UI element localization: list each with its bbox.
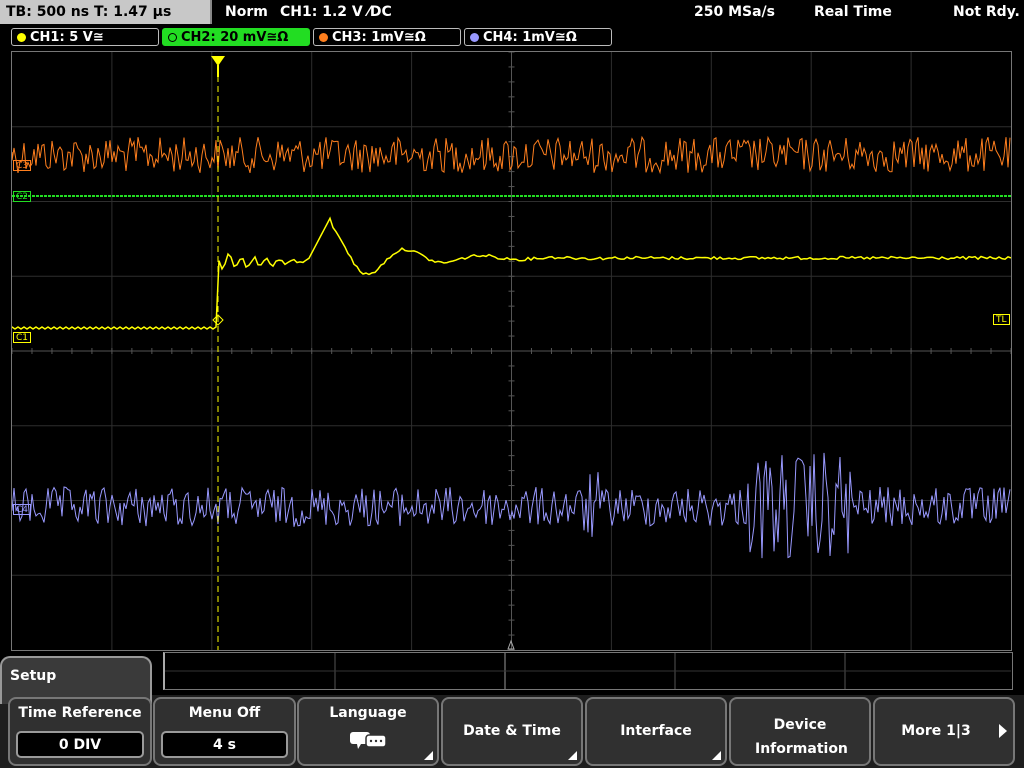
- softkey-label: Time Reference: [18, 705, 142, 721]
- waveform-display[interactable]: C3 C2 C1 C4 TL: [11, 51, 1012, 651]
- trigger-level-marker[interactable]: TL: [993, 314, 1010, 325]
- trigger-status: Not Rdy.: [953, 4, 1020, 20]
- ch2-color-icon: [168, 33, 177, 42]
- trigger-position-marker[interactable]: [211, 56, 225, 66]
- menu-off-button[interactable]: Menu Off 4 s: [153, 697, 296, 766]
- menu-off-value: 4 s: [161, 731, 288, 758]
- trigger-source[interactable]: CH1: 1.2 V ⁄DC: [280, 0, 392, 24]
- menu-title-label: Setup: [10, 668, 57, 684]
- sample-rate: 250 MSa/s: [694, 4, 776, 20]
- softkey-label: Menu Off: [188, 705, 261, 721]
- channel-tab-ch3[interactable]: CH3: 1mV≅Ω: [313, 28, 461, 46]
- interface-button[interactable]: Interface: [585, 697, 727, 766]
- channel-tab-ch4[interactable]: CH4: 1mV≅Ω: [464, 28, 612, 46]
- softkey-label: Date & Time: [463, 723, 561, 739]
- time-reference-button[interactable]: Time Reference 0 DIV: [8, 697, 152, 766]
- channel-label: CH3: 1mV≅Ω: [332, 30, 426, 45]
- info-strip: [163, 652, 1013, 690]
- trigger-mode[interactable]: Norm: [225, 0, 268, 24]
- ch4-level-marker[interactable]: C4: [13, 504, 32, 515]
- ch1-color-icon: [17, 33, 26, 42]
- ch1-level-marker[interactable]: C1: [13, 332, 32, 343]
- channel-label: CH1: 5 V≅: [30, 30, 104, 45]
- channel-label: CH2: 20 mV≅Ω: [181, 30, 289, 45]
- device-information-button[interactable]: Device Information: [729, 697, 871, 766]
- graticule: [12, 52, 1011, 650]
- submenu-indicator-icon: [712, 751, 721, 760]
- channel-label: CH4: 1mV≅Ω: [483, 30, 577, 45]
- date-time-button[interactable]: Date & Time: [441, 697, 583, 766]
- softkey-label: More 1|3: [901, 723, 971, 739]
- ch3-level-marker[interactable]: C3: [13, 160, 32, 171]
- softkey-label: Interface: [620, 723, 692, 739]
- time-reference-value: 0 DIV: [16, 731, 144, 758]
- ch3-color-icon: [319, 33, 328, 42]
- submenu-indicator-icon: [424, 751, 433, 760]
- channel-bar: CH1: 5 V≅ CH2: 20 mV≅Ω CH3: 1mV≅Ω CH4: 1…: [0, 25, 1024, 49]
- channel-tab-ch2[interactable]: CH2: 20 mV≅Ω: [162, 28, 310, 46]
- more-button[interactable]: More 1|3: [873, 697, 1015, 766]
- speech-bubbles-icon: [350, 732, 387, 749]
- status-bar: TB: 500 ns T: 1.47 µs Norm CH1: 1.2 V ⁄D…: [0, 0, 1024, 24]
- info-strip-grid: [165, 653, 1011, 689]
- language-button[interactable]: Language: [297, 697, 439, 766]
- softkey-label: Language: [329, 705, 407, 721]
- next-page-icon: [999, 724, 1007, 738]
- ch2-level-marker[interactable]: C2: [13, 191, 32, 202]
- waveform-canvas: [12, 52, 1011, 650]
- softkey-label: Device Information: [755, 717, 848, 757]
- channel-tab-ch1[interactable]: CH1: 5 V≅: [11, 28, 159, 46]
- acquisition-mode: Real Time: [814, 4, 892, 20]
- timebase-readout[interactable]: TB: 500 ns T: 1.47 µs: [0, 0, 212, 24]
- ch4-color-icon: [470, 33, 479, 42]
- submenu-indicator-icon: [568, 751, 577, 760]
